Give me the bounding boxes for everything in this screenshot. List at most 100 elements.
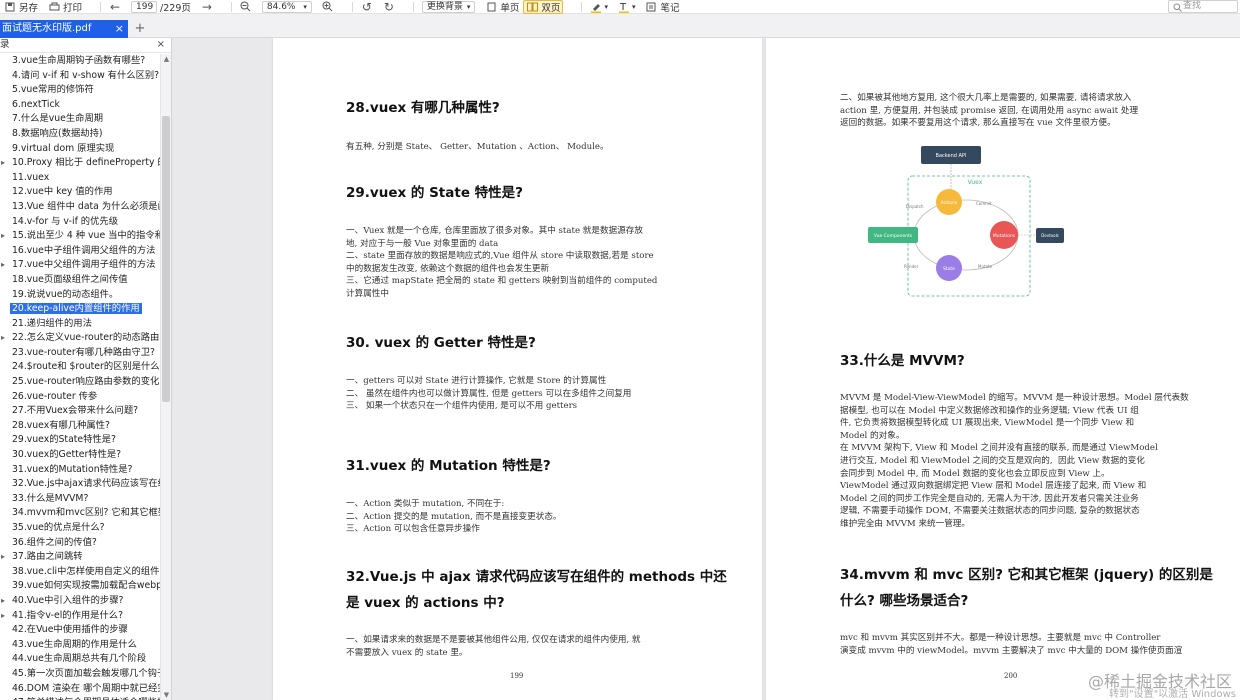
zoom-out-icon[interactable] [240,1,252,13]
chevron-down-icon: ▾ [466,2,471,11]
chevron-down-icon[interactable]: ▾ [604,0,608,14]
double-page-icon [526,1,538,13]
answer-q34: mvc 和 mvvm 其实区别并不大。都是一种设计思想。主要就是 mvc 中 C… [840,633,1183,656]
scroll-down-icon[interactable]: ▼ [161,690,171,700]
outline-item[interactable]: 44.vue生命周期总共有几个阶段 [0,652,160,667]
outline-item[interactable]: 18.vue页面级组件之间传值 [0,273,160,288]
single-page-button[interactable]: 单页 [485,0,519,14]
rotate-left-icon[interactable]: ↺ [361,0,373,14]
outline-item[interactable]: 26.vue-router 传参 [0,390,160,405]
expand-icon[interactable]: ▸ [1,331,5,346]
outline-item-label: 19.说说vue的动态组件。 [12,288,119,300]
outline-item[interactable]: 42.在Vue中使用插件的步骤 [0,623,160,638]
text-color-icon[interactable]: T [618,1,630,13]
outline-item[interactable]: 33.什么是MVVM? [0,492,160,507]
outline-item[interactable]: 19.说说vue的动态组件。 [0,288,160,303]
save-button[interactable]: 另存 [4,0,38,14]
double-page-button[interactable]: 双页 [523,0,564,14]
outline-item[interactable]: 3.vue生命周期钩子函数有哪些? [0,54,160,69]
add-tab-icon[interactable]: + [133,20,147,38]
outline-item[interactable]: 21.递归组件的用法 [0,317,160,332]
outline-item[interactable]: ▸ 17.vue中父组件调用子组件的方法 [0,258,160,273]
search-input[interactable]: 查找 [1168,0,1238,13]
outline-item[interactable]: 43.vue生命周期的作用是什么 [0,638,160,653]
outline-item[interactable]: ▸ 40.Vue中引入组件的步骤? [0,594,160,609]
outline-item[interactable]: 46.DOM 渲染在 哪个周期中就已经完 [0,682,160,697]
outline-item[interactable]: 23.vue-router有哪几种路由守卫? [0,346,160,361]
scroll-up-icon[interactable]: ▲ [161,54,171,64]
outline-item[interactable]: 12.vue中 key 值的作用 [0,185,160,200]
page-number: 200 [1004,672,1018,680]
next-page-icon[interactable]: → [201,0,213,14]
prev-page-icon[interactable]: ← [109,0,121,14]
close-icon[interactable]: × [157,38,165,52]
outline-item[interactable]: 35.vue的优点是什么? [0,521,160,536]
outline-item[interactable]: 25.vue-router响应路由参数的变化 [0,375,160,390]
outline-item[interactable]: ▸ 22.怎么定义vue-router的动态路由? [0,331,160,346]
outline-item-label: 12.vue中 key 值的作用 [12,186,113,198]
outline-item[interactable]: 27.不用Vuex会带来什么问题? [0,404,160,419]
outline-item[interactable]: 20.keep-alive内置组件的作用 [0,302,160,317]
toolbar: 另存 打印 ← 199 /229页 → 84.6% ▾ ↺ ↻ 更换背景 ▾ 单… [0,0,1240,14]
tab-document[interactable]: 面试题无水印版.pdf × [0,20,128,38]
expand-icon[interactable]: ▸ [1,156,5,171]
zoom-select[interactable]: 84.6% ▾ [261,0,312,13]
background-select[interactable]: 更换背景 ▾ [421,0,476,13]
scrollbar[interactable]: ▲ ▼ [160,54,171,700]
expand-icon[interactable]: ▸ [1,594,5,609]
heading-q33: 33.什么是 MVVM? [840,353,965,369]
note-button[interactable]: 笔记 [645,0,679,14]
expand-icon[interactable]: ▸ [1,229,5,244]
outline-item[interactable]: 7.什么是vue生命周期 [0,112,160,127]
outline-item[interactable]: 45.第一次页面加载会触发哪几个钩子 [0,667,160,682]
activation-notice: 转到"设置"以激活 Windows [1108,689,1236,700]
outline-item[interactable]: 11.vuex [0,171,160,186]
outline-list: 3.vue生命周期钩子函数有哪些? 4.请问 v-if 和 v-show 有什么区… [0,54,160,700]
divider [412,1,414,12]
outline-item[interactable]: 34.mvvm和mvc区别? 它和其它框架 [0,506,160,521]
highlight-pen-icon[interactable] [590,1,602,13]
expand-icon[interactable]: ▸ [1,258,5,273]
outline-item[interactable]: ▸ 41.指令v-el的作用是什么? [0,609,160,624]
outline-item[interactable]: 28.vuex有哪几种属性? [0,419,160,434]
outline-item[interactable]: 38.vue.cli中怎样使用自定义的组件? [0,565,160,580]
outline-item[interactable]: 6.nextTick [0,98,160,113]
outline-item[interactable]: 29.vuex的State特性是? [0,433,160,448]
outline-item[interactable]: 31.vuex的Mutation特性是? [0,463,160,478]
diagram-vuex-label: Vuex [968,179,983,186]
outline-item[interactable]: 8.数据响应(数据劫持) [0,127,160,142]
outline-item[interactable]: 9.virtual dom 原理实现 [0,142,160,157]
outline-item[interactable]: 24.$route和 $router的区别是什么? [0,360,160,375]
outline-item[interactable]: 5.vue常用的修饰符 [0,83,160,98]
document-viewer[interactable]: 28.vuex 有哪几种属性? 有五种, 分别是 State、 Getter、M… [173,38,1240,700]
expand-icon[interactable]: ▸ [1,550,5,565]
diagram-mutations-label: Mutations [993,233,1016,239]
printer-icon [48,1,60,13]
outline-item[interactable]: 14.v-for 与 v-if 的优先级 [0,215,160,230]
outline-item[interactable]: 47.简单描述每个周期具体适合哪些场 [0,696,160,700]
print-button[interactable]: 打印 [48,0,82,14]
outline-item-label: 5.vue常用的修饰符 [12,84,94,96]
outline-item-label: 21.递归组件的用法 [12,317,92,329]
outline-item-label: 30.vuex的Getter特性是? [12,449,122,461]
heading-q34-line2: 什么? 哪些场景适合? [840,593,969,609]
page-input[interactable]: 199 [131,0,158,13]
outline-item[interactable]: 4.请问 v-if 和 v-show 有什么区别? [0,69,160,84]
outline-item-label: 31.vuex的Mutation特性是? [12,463,133,475]
scrollbar-thumb[interactable] [162,116,170,402]
zoom-in-icon[interactable] [322,1,334,13]
outline-item[interactable]: 30.vuex的Getter特性是? [0,448,160,463]
outline-item[interactable]: 13.Vue 组件中 data 为什么必须是函数 [0,200,160,215]
outline-item[interactable]: ▸ 10.Proxy 相比于 defineProperty 的优 [0,156,160,171]
outline-item[interactable]: 39.vue如何实现按需加载配合webpac [0,579,160,594]
chevron-down-icon[interactable]: ▾ [632,0,636,14]
outline-item[interactable]: 16.vue中子组件调用父组件的方法 [0,244,160,259]
outline-item[interactable]: ▸ 15.说出至少 4 种 vue 当中的指令和它 [0,229,160,244]
outline-item[interactable]: ▸ 37.路由之间跳转 [0,550,160,565]
outline-item[interactable]: 36.组件之间的传值? [0,536,160,551]
diagram-render-label: Render [904,264,919,269]
expand-icon[interactable]: ▸ [1,609,5,624]
close-icon[interactable]: × [115,20,124,38]
rotate-right-icon[interactable]: ↻ [383,0,395,14]
outline-item[interactable]: 32.Vue.js中ajax请求代码应该写在组件 [0,477,160,492]
